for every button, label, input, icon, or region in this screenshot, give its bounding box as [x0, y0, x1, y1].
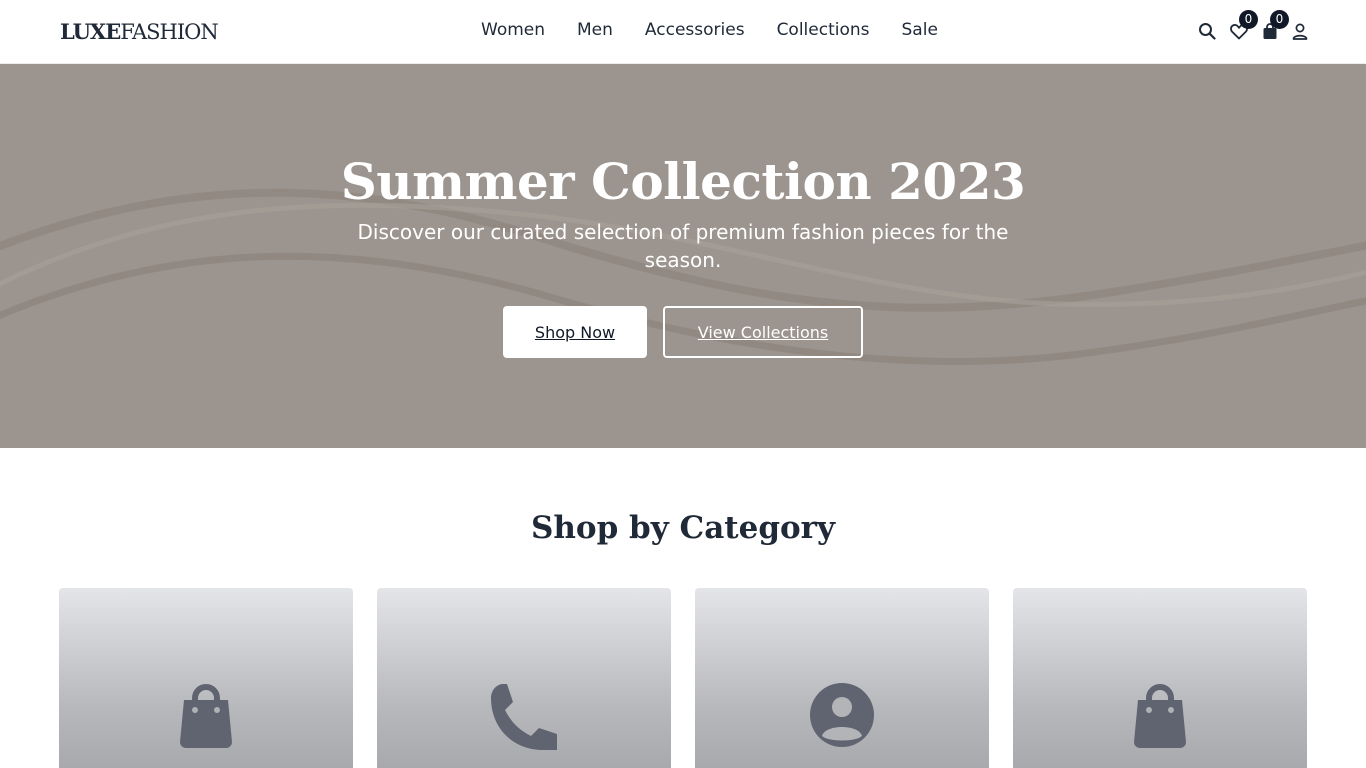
user-icon: [1292, 23, 1308, 40]
user-circle-icon: [810, 683, 874, 747]
shopping-bag-icon: [180, 684, 232, 748]
wishlist-count-badge: 0: [1239, 10, 1258, 29]
hero-banner: Summer Collection 2023 Discover our cura…: [0, 64, 1366, 448]
wishlist-button[interactable]: 0: [1228, 10, 1258, 42]
account-button[interactable]: [1289, 20, 1311, 42]
nav-link-collections[interactable]: Collections: [777, 20, 870, 40]
main-nav: Women Men Accessories Collections Sale: [481, 20, 938, 40]
category-section-title: Shop by Category: [530, 510, 836, 546]
view-collections-button[interactable]: View Collections: [663, 306, 863, 358]
nav-link-women[interactable]: Women: [481, 20, 545, 40]
phone-icon: [491, 684, 557, 750]
hero-subtitle: Discover our curated selection of premiu…: [357, 220, 1009, 272]
shop-now-button[interactable]: Shop Now: [503, 306, 647, 358]
logo-text-fashion: FASHION: [120, 20, 218, 44]
search-button[interactable]: [1196, 20, 1218, 42]
hero-title: Summer Collection 2023: [340, 152, 1026, 211]
site-logo[interactable]: LUXEFASHION: [60, 19, 219, 44]
category-card-4[interactable]: [1013, 588, 1307, 768]
category-card-icon-wrap: [695, 682, 989, 748]
logo-text-luxe: LUXE: [60, 19, 121, 44]
category-card-1[interactable]: [59, 588, 353, 768]
header-actions: 0 0: [1196, 10, 1311, 46]
nav-link-accessories[interactable]: Accessories: [645, 20, 745, 40]
shopping-bag-icon: [1134, 684, 1186, 748]
cart-count-badge: 0: [1270, 10, 1289, 29]
category-card-3[interactable]: [695, 588, 989, 768]
category-card-2[interactable]: [377, 588, 671, 768]
site-header: LUXEFASHION Women Men Accessories Collec…: [0, 0, 1366, 64]
nav-link-men[interactable]: Men: [577, 20, 613, 40]
nav-link-sale[interactable]: Sale: [902, 20, 938, 40]
category-card-icon-wrap: [377, 682, 671, 752]
category-card-icon-wrap: [1013, 682, 1307, 748]
cart-button[interactable]: 0: [1259, 10, 1289, 42]
search-icon: [1199, 23, 1216, 40]
category-card-icon-wrap: [59, 682, 353, 748]
